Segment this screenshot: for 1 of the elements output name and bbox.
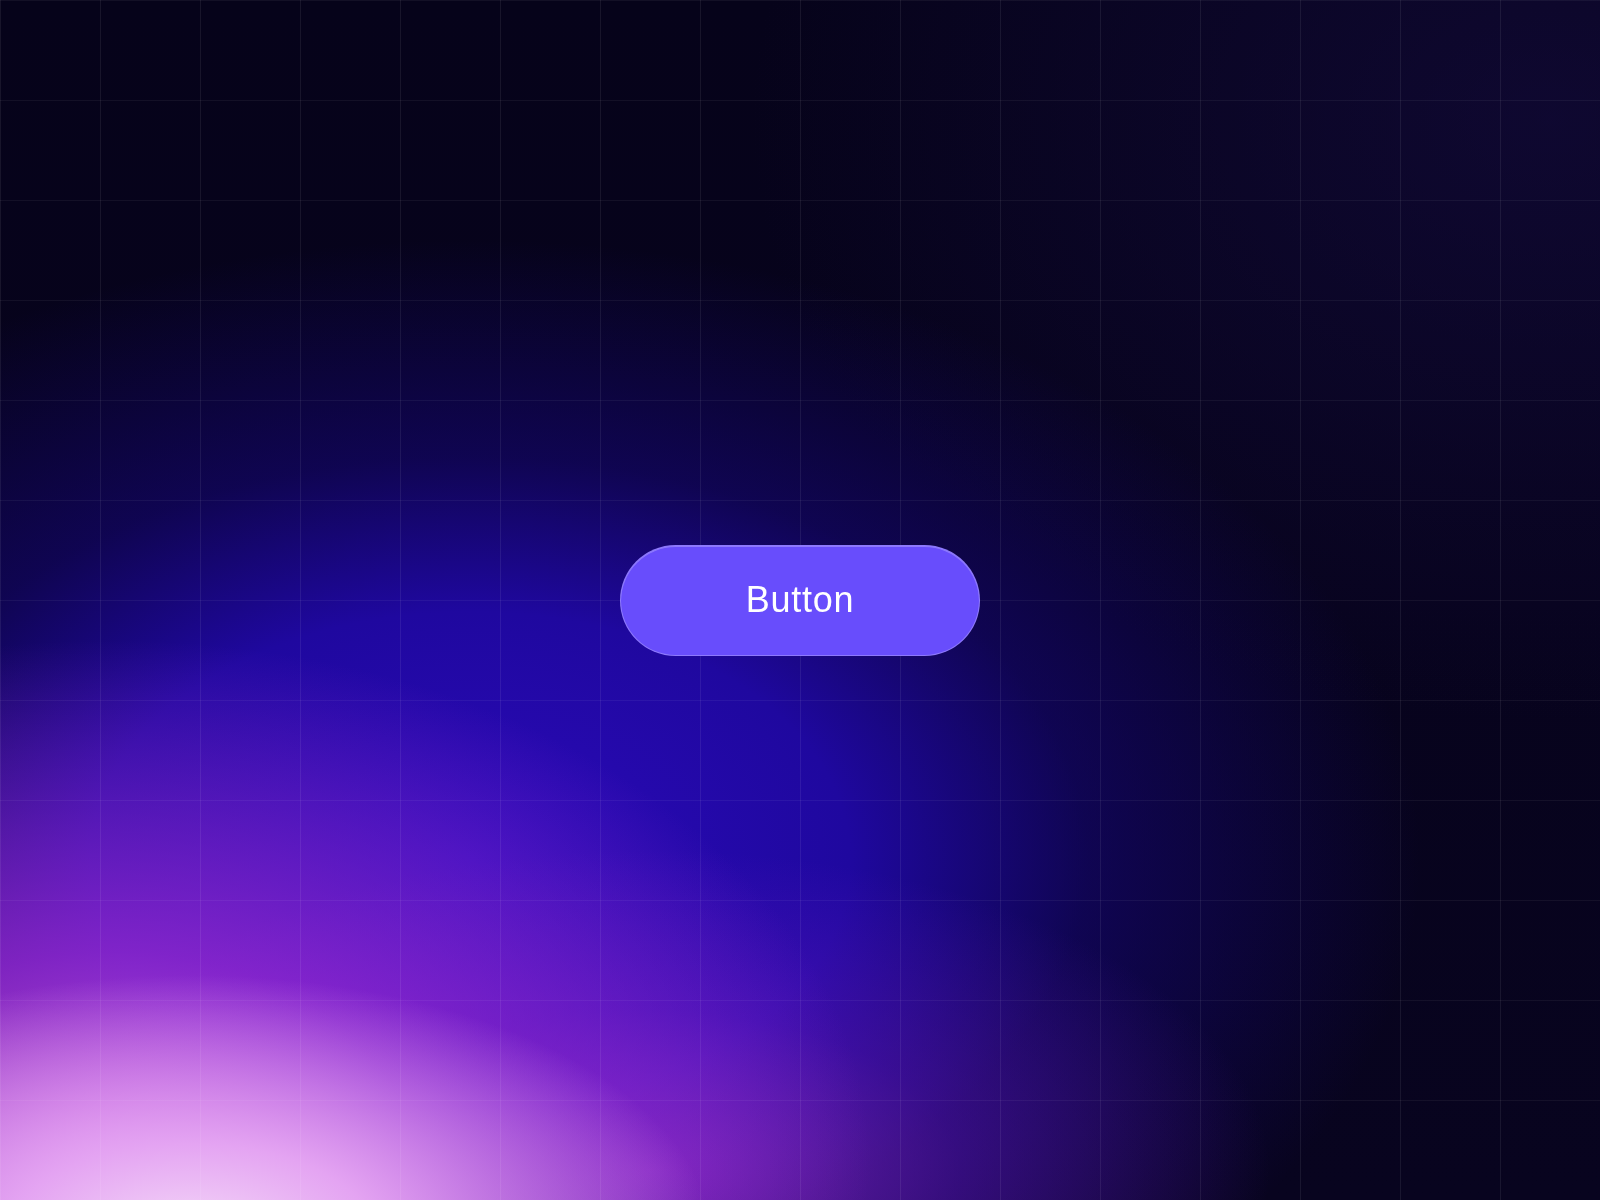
primary-button[interactable]: Button <box>620 544 980 656</box>
